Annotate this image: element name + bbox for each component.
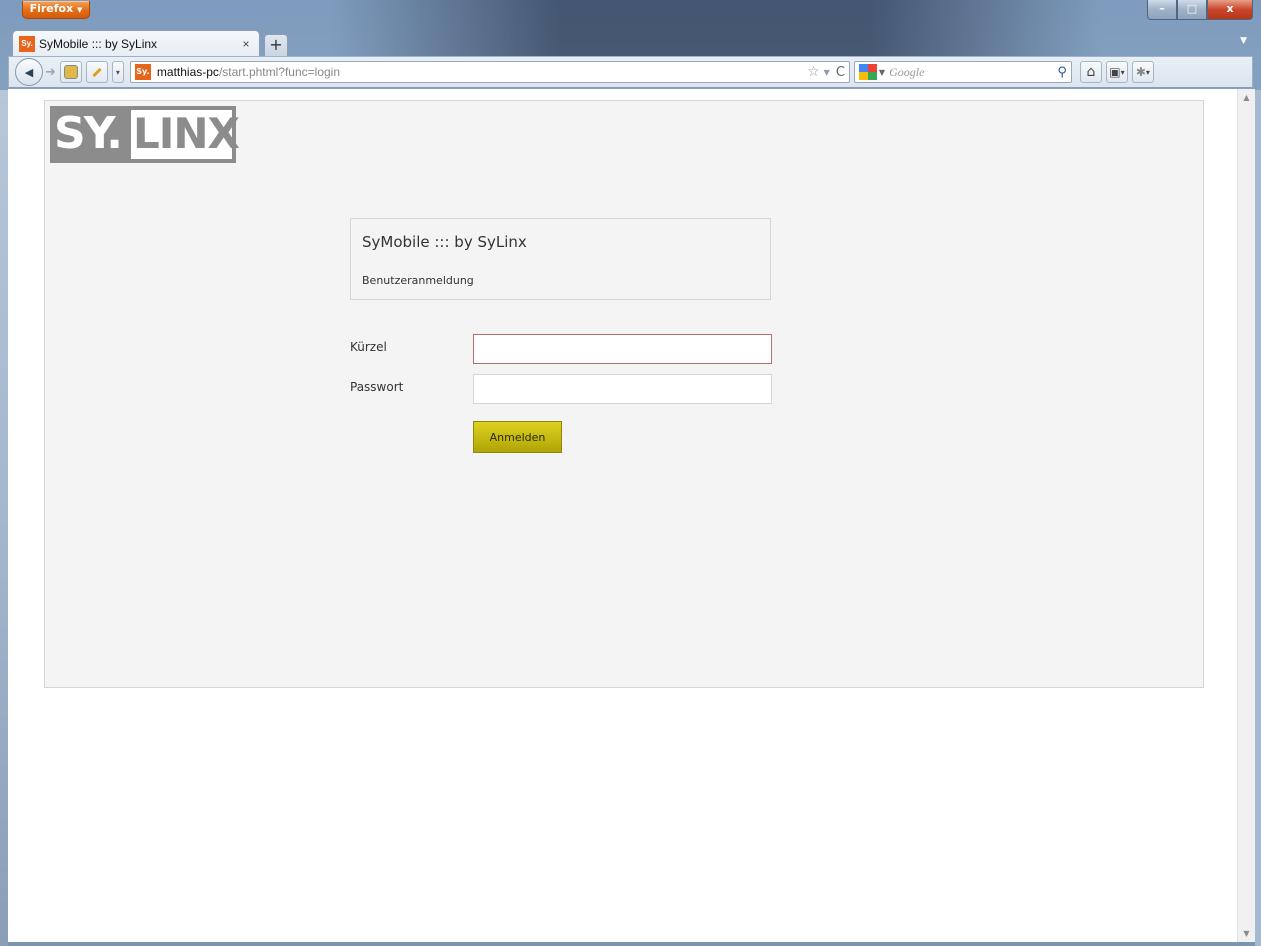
magnifier-icon[interactable]: ⚲ — [1057, 65, 1067, 80]
app-title-box: SyMobile ::: by SyLinx Benutzeranmeldung — [350, 218, 771, 300]
addon-button[interactable]: ✱ ▾ — [1131, 61, 1154, 83]
tab-symobile[interactable]: Sy. SyMobile ::: by SyLinx × — [12, 30, 260, 56]
forward-arrow-icon[interactable]: ➜ — [45, 65, 56, 80]
username-label: Kürzel — [350, 340, 387, 354]
bookmarks-button[interactable]: ▣ ▾ — [1105, 61, 1128, 83]
search-bar[interactable]: ▼ Google ⚲ — [853, 61, 1072, 83]
bookmarks-icon: ▣ — [1109, 65, 1121, 79]
firefox-menu-button[interactable]: Firefox ▼ — [22, 1, 90, 19]
extension-icon — [63, 65, 78, 79]
url-bar[interactable]: Sy. matthias-pc /start.phtml?func=login … — [129, 61, 850, 83]
url-history-dropdown-icon[interactable]: ▼ — [824, 68, 830, 77]
username-field[interactable] — [473, 334, 772, 364]
navigation-toolbar: ◀ ➜ ▾ Sy. matthias-pc /start.phtml?func=… — [8, 56, 1253, 88]
pencil-dropdown-button[interactable]: ▾ — [111, 61, 124, 83]
pencil-button[interactable] — [85, 61, 108, 83]
firefox-menu-label: Firefox — [29, 2, 74, 15]
search-input[interactable]: Google — [889, 65, 1057, 80]
url-path: /start.phtml?func=login — [218, 65, 341, 79]
chevron-down-icon: ▾ — [1120, 67, 1125, 77]
new-tab-button[interactable]: + — [264, 34, 288, 56]
logo-sy-text: SY. — [54, 108, 123, 159]
nav-right-buttons: ⌂ ▣ ▾ ✱ ▾ — [1079, 61, 1158, 83]
tab-title: SyMobile ::: by SyLinx — [39, 36, 158, 51]
minimize-button[interactable]: – — [1147, 0, 1177, 20]
reload-icon[interactable]: C — [836, 65, 845, 80]
close-window-button[interactable]: x — [1207, 0, 1253, 20]
scroll-down-icon[interactable]: ▼ — [1238, 925, 1255, 942]
password-field[interactable] — [473, 374, 772, 404]
password-label: Passwort — [350, 380, 404, 394]
chevron-down-icon: ▾ — [1145, 67, 1150, 77]
home-button[interactable]: ⌂ — [1079, 61, 1102, 83]
login-page-container: SY. LINX SyMobile ::: by SyLinx Benutzer… — [44, 100, 1204, 688]
window-edge-right — [1255, 90, 1261, 946]
sylinx-favicon-icon: Sy. — [19, 35, 35, 52]
pencil-icon — [92, 67, 102, 77]
tab-strip: Sy. SyMobile ::: by SyLinx × + — [12, 30, 288, 56]
back-button[interactable]: ◀ — [15, 58, 43, 86]
window-controls: – □ x — [1147, 0, 1253, 20]
page-viewport: SY. LINX SyMobile ::: by SyLinx Benutzer… — [8, 89, 1237, 942]
list-all-tabs-icon[interactable]: ▼ — [1240, 36, 1247, 46]
page-title: SyMobile ::: by SyLinx — [362, 233, 527, 251]
window-bottom-edge — [8, 942, 1255, 946]
close-tab-icon[interactable]: × — [239, 37, 253, 51]
window-edge-left — [0, 90, 8, 946]
site-identity-icon[interactable]: Sy. — [134, 64, 151, 80]
search-engine-dropdown-icon[interactable]: ▼ — [879, 68, 885, 77]
home-icon: ⌂ — [1086, 64, 1096, 80]
login-button[interactable]: Anmelden — [473, 421, 562, 453]
scroll-up-icon[interactable]: ▲ — [1238, 89, 1255, 106]
extension-button[interactable] — [59, 61, 82, 83]
bookmark-star-icon[interactable]: ☆ — [807, 64, 820, 80]
titlebar-shadow — [330, 0, 1100, 60]
window-titlebar: Firefox ▼ – □ x — [0, 0, 1261, 60]
url-host: matthias-pc — [156, 65, 219, 79]
google-engine-icon[interactable] — [858, 64, 877, 80]
chevron-down-icon: ▼ — [77, 6, 83, 14]
vertical-scrollbar[interactable]: ▲ ▼ — [1237, 89, 1255, 942]
maximize-button[interactable]: □ — [1177, 0, 1207, 20]
addon-icon: ✱ — [1135, 65, 1146, 79]
sylinx-logo: SY. LINX — [50, 106, 240, 163]
chevron-down-icon: ▾ — [115, 67, 120, 77]
logo-linx-text: LINX — [133, 109, 240, 158]
back-arrow-icon: ◀ — [24, 65, 34, 79]
page-subtitle: Benutzeranmeldung — [362, 274, 474, 287]
